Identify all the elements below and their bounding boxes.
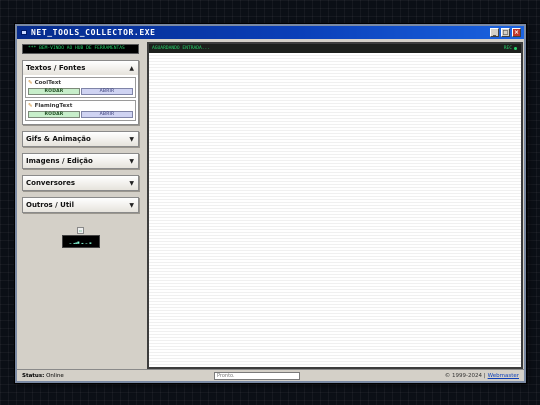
broken-image-icon: ▫ xyxy=(77,227,84,234)
category-gifs-animacao: Gifs & Animação ▼ xyxy=(22,131,139,147)
chevron-down-icon: ▼ xyxy=(129,157,134,165)
tool-card-flamingtext: ✎ FlamingText RODAR ABRIR xyxy=(25,100,136,121)
tool-name: FlamingText xyxy=(34,103,73,109)
app-window: NET_TOOLS_COLLECTOR.EXE _ □ × *** BEM-VI… xyxy=(15,24,526,383)
status-label: Status: xyxy=(22,372,45,379)
category-label: Gifs & Animação xyxy=(26,135,91,143)
main-status-text: AGUARDANDO ENTRADA... xyxy=(152,46,211,51)
category-header-textos-fontes[interactable]: Textos / Fontes ▲ xyxy=(23,61,138,75)
status-bar: Status: Online © 1999-2024 | Webmaster xyxy=(17,369,524,381)
site-badge[interactable]: ▁ ▂▃▅ ▂ ▁ ▃ xyxy=(61,235,100,248)
indicator-label: REC xyxy=(503,46,512,51)
category-label: Outros / Util xyxy=(26,201,74,209)
category-header-gifs-animacao[interactable]: Gifs & Animação ▼ xyxy=(23,132,138,146)
category-label: Imagens / Edição xyxy=(26,157,93,165)
run-button-flamingtext[interactable]: RODAR xyxy=(28,111,80,118)
tool-card-cooltext: ✎ CoolText RODAR ABRIR xyxy=(25,77,136,98)
open-button-cooltext[interactable]: ABRIR xyxy=(81,88,133,95)
pencil-icon: ✎ xyxy=(28,103,33,109)
category-header-imagens-edicao[interactable]: Imagens / Edição ▼ xyxy=(23,154,138,168)
tool-name: CoolText xyxy=(34,80,62,86)
status-input[interactable] xyxy=(214,372,300,380)
tool-title: ✎ FlamingText xyxy=(28,102,133,110)
chevron-down-icon: ▼ xyxy=(129,135,134,143)
category-label: Textos / Fontes xyxy=(26,64,86,72)
category-conversores: Conversores ▼ xyxy=(22,175,139,191)
main-status-bar: AGUARDANDO ENTRADA... REC xyxy=(149,44,521,53)
window-app-icon xyxy=(21,30,27,35)
window-title: NET_TOOLS_COLLECTOR.EXE xyxy=(31,28,156,37)
badge-area: ▫ ▁ ▂▃▅ ▂ ▁ ▃ xyxy=(22,227,139,248)
window-controls: _ □ × xyxy=(490,28,521,37)
welcome-marquee: *** BEM-VINDO AO HUB DE FERRAMENTAS xyxy=(22,44,139,54)
tool-actions: RODAR ABRIR xyxy=(28,88,133,95)
status-value: Online xyxy=(46,372,64,379)
main-content-frame: AGUARDANDO ENTRADA... REC xyxy=(147,42,523,369)
category-outros-util: Outros / Util ▼ xyxy=(22,197,139,213)
tool-actions: RODAR ABRIR xyxy=(28,111,133,118)
chevron-down-icon: ▼ xyxy=(129,201,134,209)
category-header-conversores[interactable]: Conversores ▼ xyxy=(23,176,138,190)
category-imagens-edicao: Imagens / Edição ▼ xyxy=(22,153,139,169)
open-button-flamingtext[interactable]: ABRIR xyxy=(81,111,133,118)
pencil-icon: ✎ xyxy=(28,80,33,86)
copyright-text: © 1999-2024 | xyxy=(444,372,486,379)
category-label: Conversores xyxy=(26,179,76,187)
chevron-up-icon: ▲ xyxy=(129,64,134,72)
webmaster-link[interactable]: Webmaster xyxy=(488,373,519,379)
status-indicator: Status: Online xyxy=(22,373,64,379)
chevron-down-icon: ▼ xyxy=(129,179,134,187)
main-indicator: REC xyxy=(504,46,517,51)
category-header-outros-util[interactable]: Outros / Util ▼ xyxy=(23,198,138,212)
minimize-button[interactable]: _ xyxy=(490,28,499,37)
category-body-textos-fontes: ✎ CoolText RODAR ABRIR ✎ FlamingText ROD… xyxy=(23,77,138,124)
close-button[interactable]: × xyxy=(512,28,521,37)
tool-title: ✎ CoolText xyxy=(28,79,133,87)
maximize-button[interactable]: □ xyxy=(501,28,510,37)
status-dot-icon xyxy=(514,47,517,50)
run-button-cooltext[interactable]: RODAR xyxy=(28,88,80,95)
category-textos-fontes: Textos / Fontes ▲ ✎ CoolText RODAR ABRIR xyxy=(22,60,139,125)
footer-credits: © 1999-2024 | Webmaster xyxy=(445,373,519,379)
sidebar: *** BEM-VINDO AO HUB DE FERRAMENTAS Text… xyxy=(22,44,139,369)
title-bar[interactable]: NET_TOOLS_COLLECTOR.EXE _ □ × xyxy=(17,26,524,39)
